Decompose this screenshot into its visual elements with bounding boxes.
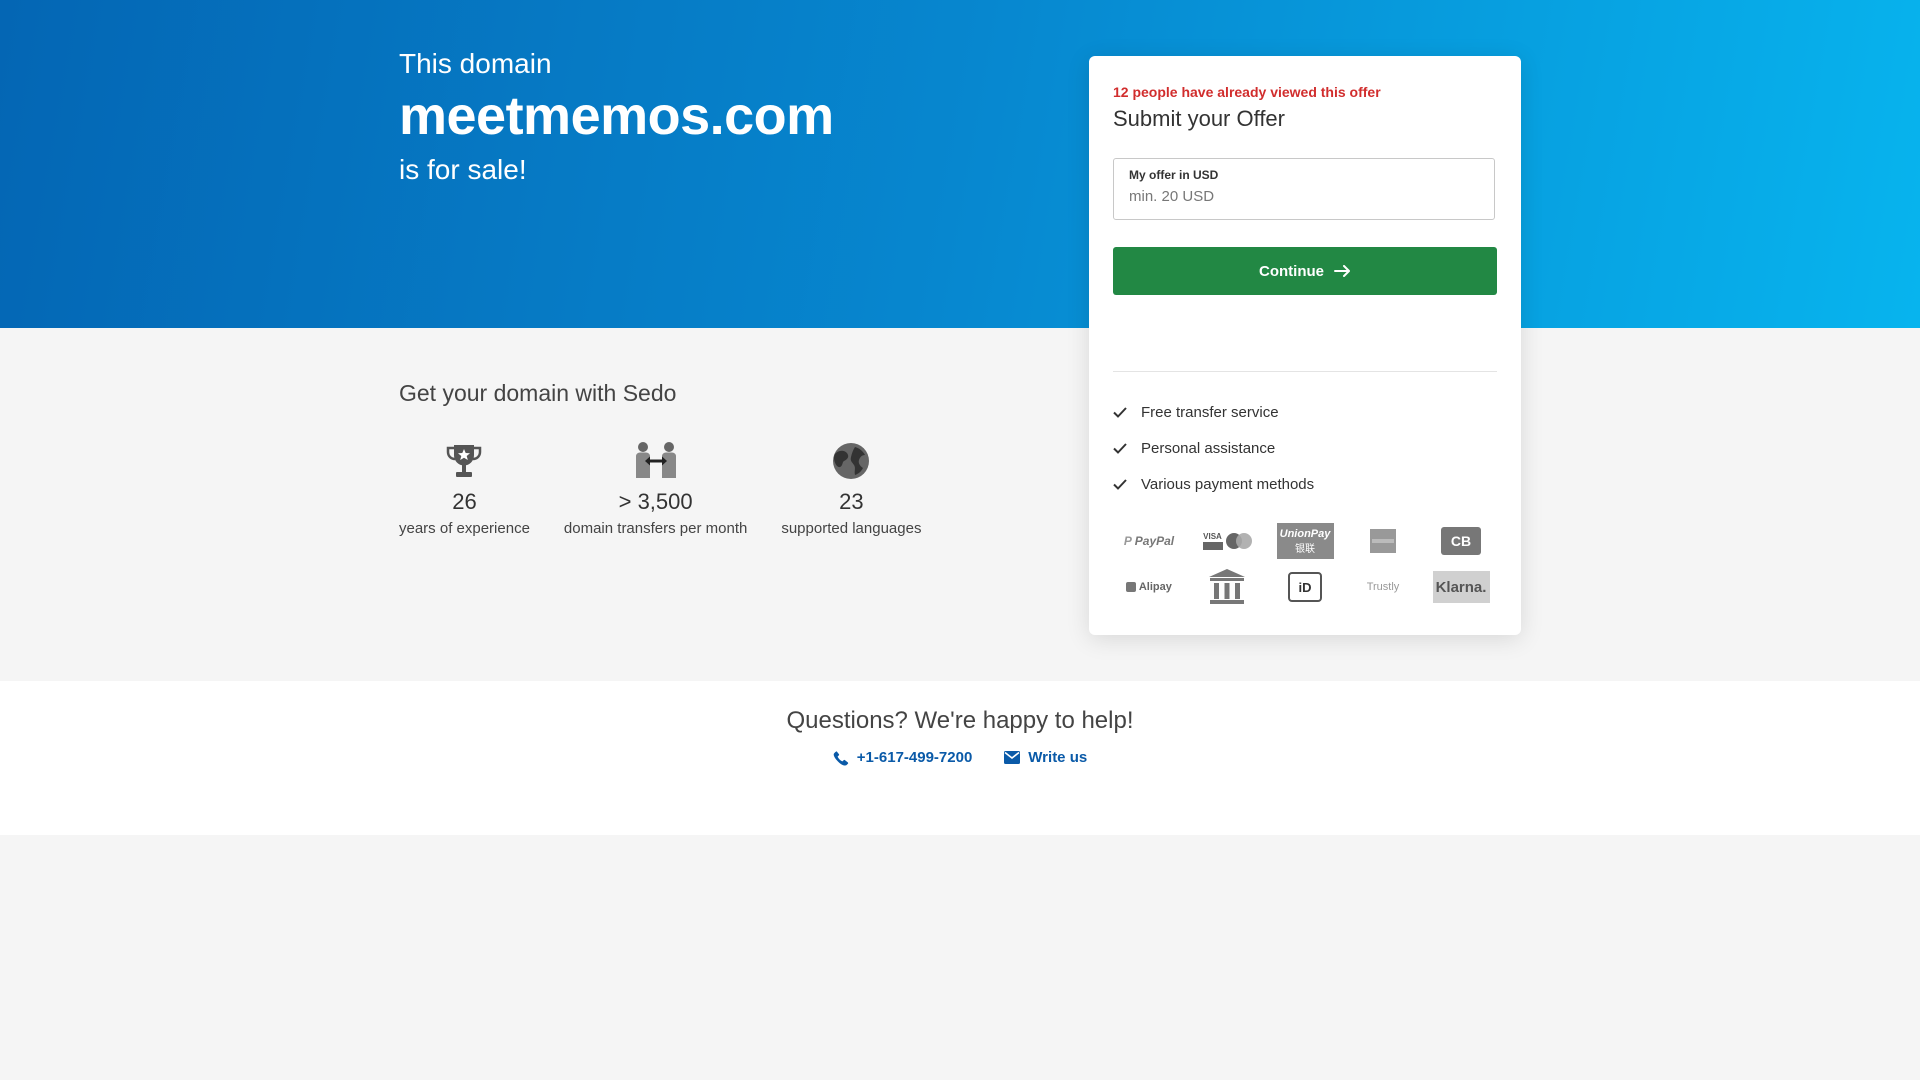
alipay-logo: Alipay <box>1113 567 1185 607</box>
feature-item: Free transfer service <box>1113 394 1314 430</box>
stat-value: 26 <box>452 489 477 514</box>
stat-label: years of experience <box>399 520 530 537</box>
write-us-label: Write us <box>1028 749 1088 766</box>
phone-link[interactable]: +1-617-499-7200 <box>833 749 973 766</box>
domain-name: meetmemos.com <box>399 86 834 146</box>
phone-icon <box>833 750 848 766</box>
stats-row: 26 years of experience > 3,500 domain tr… <box>399 440 955 537</box>
amex-logo <box>1347 521 1419 561</box>
stat-transfers: > 3,500 domain transfers per month <box>564 440 747 537</box>
stat-languages: 23 supported languages <box>781 440 921 537</box>
globe-icon <box>781 440 921 482</box>
trophy-icon <box>399 440 530 482</box>
envelope-icon <box>1004 751 1021 764</box>
visa-mastercard-logo: VISA <box>1191 521 1263 561</box>
hero-text: This domain meetmemos.com is for sale! <box>399 46 834 188</box>
feature-item: Personal assistance <box>1113 430 1314 466</box>
feature-item: Various payment methods <box>1113 466 1314 502</box>
unionpay-logo: UnionPay 银联 <box>1269 521 1341 561</box>
feature-label: Various payment methods <box>1141 475 1315 493</box>
stat-label: supported languages <box>781 520 922 537</box>
benefits-title: Get your domain with Sedo <box>399 380 677 406</box>
hero-intro: This domain <box>399 48 552 79</box>
stat-label: domain transfers per month <box>563 520 748 537</box>
card-divider <box>1113 371 1497 372</box>
cb-logo: CB <box>1425 521 1497 561</box>
benefits-section: Get your domain with Sedo 26 years of ex… <box>0 328 1920 681</box>
stat-experience: 26 years of experience <box>399 440 530 537</box>
feature-list: Free transfer service Personal assistanc… <box>1113 394 1314 502</box>
transfer-people-icon <box>564 440 747 482</box>
offer-field[interactable]: My offer in USD <box>1113 158 1495 220</box>
help-section: Questions? We're happy to help! +1-617-4… <box>0 681 1920 835</box>
arrow-right-icon <box>1334 265 1350 277</box>
paypal-logo: P PayPal <box>1123 534 1175 548</box>
bank-transfer-icon <box>1191 567 1263 607</box>
stat-value: > 3,500 <box>618 489 693 514</box>
payment-logos: P PayPal VISA UnionPay 银联 CB Alipay iD T… <box>1113 521 1497 607</box>
stat-value: 23 <box>839 489 864 514</box>
feature-label: Personal assistance <box>1141 439 1276 457</box>
continue-button[interactable]: Continue <box>1113 247 1497 295</box>
continue-label: Continue <box>1259 262 1324 280</box>
phone-number: +1-617-499-7200 <box>856 749 973 766</box>
offer-title: Submit your Offer <box>1113 106 1285 131</box>
check-icon <box>1113 478 1127 490</box>
help-links: +1-617-499-7200 Write us <box>0 749 1920 766</box>
hero-banner: This domain meetmemos.com is for sale! <box>0 0 1920 328</box>
offer-input[interactable] <box>1129 188 1479 205</box>
hero-for-sale: is for sale! <box>399 154 527 185</box>
offer-card: 12 people have already viewed this offer… <box>1089 56 1521 635</box>
feature-label: Free transfer service <box>1141 403 1279 421</box>
klarna-logo: Klarna. <box>1425 567 1497 607</box>
check-icon <box>1113 442 1127 454</box>
ideal-logo: iD <box>1269 567 1341 607</box>
viewed-notice: 12 people have already viewed this offer <box>1113 84 1381 100</box>
write-us-link[interactable]: Write us <box>1004 749 1087 766</box>
trustly-logo: Trustly <box>1366 581 1400 593</box>
help-title: Questions? We're happy to help! <box>786 707 1134 734</box>
check-icon <box>1113 406 1127 418</box>
offer-field-label: My offer in USD <box>1129 168 1219 182</box>
